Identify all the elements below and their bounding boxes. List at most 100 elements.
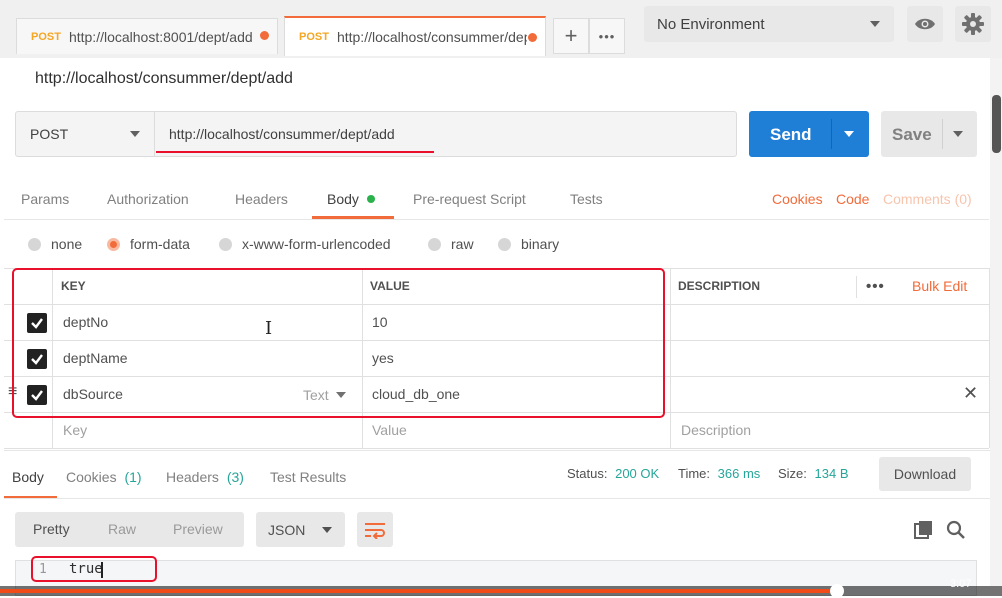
plus-icon: + (564, 23, 578, 48)
request-title: http://localhost/consummer/dept/add (35, 70, 293, 87)
more-icon: ••• (598, 28, 616, 44)
gear-icon (962, 13, 984, 35)
cookies-link[interactable]: Cookies (772, 191, 823, 207)
tab-authorization[interactable]: Authorization (107, 191, 189, 207)
chevron-down-icon (870, 21, 880, 27)
status-label: Status: (567, 466, 608, 481)
more-options-icon[interactable]: ••• (866, 278, 885, 295)
radio-circle (28, 237, 41, 251)
col-divider (670, 268, 671, 448)
annotation-highlight (31, 556, 157, 582)
chevron-down-icon[interactable] (953, 131, 963, 137)
view-pretty-button[interactable]: Pretty (33, 521, 70, 537)
response-tab-test-results[interactable]: Test Results (270, 469, 346, 485)
tab-options-button[interactable]: ••• (589, 18, 625, 54)
time-readout: Time: 366 ms (678, 466, 760, 481)
chevron-down-icon (322, 527, 332, 533)
divider (4, 450, 990, 451)
send-label: Send (770, 125, 812, 144)
row-divider (4, 448, 989, 449)
tab-headers[interactable]: Headers (235, 191, 288, 207)
tab-body-label: Body (327, 191, 359, 207)
comments-link[interactable]: Comments (0) (883, 191, 972, 207)
radio-label: x-www-form-urlencoded (242, 236, 391, 252)
tab-count: (3) (226, 469, 244, 485)
tab-params[interactable]: Params (21, 191, 69, 207)
video-time: 3:07 (950, 578, 972, 590)
tab-label: Cookies (66, 469, 117, 485)
view-raw-button[interactable]: Raw (108, 521, 136, 537)
new-tab-button[interactable]: + (553, 18, 589, 54)
radio-label: raw (451, 236, 474, 252)
bulk-edit-link[interactable]: Bulk Edit (912, 278, 967, 294)
delete-row-icon[interactable]: ✕ (963, 383, 978, 404)
chevron-down-icon[interactable] (844, 131, 854, 137)
status-readout: Status: 200 OK (567, 466, 659, 481)
tab-tests[interactable]: Tests (570, 191, 603, 207)
send-button[interactable]: Send (749, 111, 869, 157)
save-label: Save (892, 125, 932, 144)
unsaved-dot-icon (528, 33, 537, 42)
divider (831, 119, 832, 149)
key-input[interactable]: Key (63, 422, 87, 438)
method-tag: POST (299, 31, 329, 43)
tab-label: Headers (166, 469, 219, 485)
tab-url: http://localhost:8001/dept/add (68, 28, 253, 45)
radio-urlencoded[interactable]: x-www-form-urlencoded (219, 236, 391, 252)
code-link[interactable]: Code (836, 191, 869, 207)
search-icon[interactable] (946, 520, 966, 540)
radio-raw[interactable]: raw (428, 236, 474, 252)
status-value: 200 OK (615, 466, 660, 481)
size-value: 134 B (814, 466, 849, 481)
request-tab-2[interactable]: POST http://localhost/consummer/dept/add (284, 16, 546, 56)
view-mode-group: Pretty Raw Preview (15, 512, 244, 547)
format-label: JSON (268, 521, 306, 538)
radio-binary[interactable]: binary (498, 236, 559, 252)
active-dot-icon (366, 195, 375, 203)
request-tab-1[interactable]: POST http://localhost:8001/dept/add (16, 18, 278, 54)
divider (4, 219, 989, 220)
view-preview-button[interactable]: Preview (173, 521, 223, 537)
eye-icon (915, 18, 935, 30)
environment-quick-look-button[interactable] (907, 6, 943, 42)
download-button[interactable]: Download (879, 457, 971, 491)
radio-circle-selected (107, 237, 120, 251)
settings-button[interactable] (955, 6, 991, 42)
radio-circle (428, 237, 441, 251)
unsaved-dot-icon (260, 31, 269, 40)
divider (942, 119, 943, 149)
radio-circle (498, 237, 511, 251)
response-tab-body[interactable]: Body (12, 469, 44, 485)
value-input[interactable]: Value (372, 422, 407, 438)
tab-pre-request-script[interactable]: Pre-request Script (413, 191, 526, 207)
wrap-lines-icon (365, 522, 385, 539)
video-progress-bar[interactable]: 3:07 (0, 578, 1002, 598)
description-input[interactable]: Description (681, 422, 751, 438)
wrap-lines-button[interactable] (357, 512, 393, 547)
method-select[interactable]: POST (16, 112, 155, 156)
tab-body[interactable]: Body (327, 191, 375, 207)
url-input[interactable]: http://localhost/consummer/dept/add (169, 126, 395, 142)
method-tag: POST (31, 30, 61, 43)
response-tab-cookies[interactable]: Cookies (1) (66, 469, 142, 485)
radio-form-data[interactable]: form-data (107, 236, 190, 252)
environment-select[interactable]: No Environment (644, 6, 894, 42)
divider (4, 498, 990, 499)
scrollbar-thumb[interactable] (992, 95, 1001, 153)
time-value: 366 ms (717, 466, 761, 481)
copy-icon[interactable] (914, 520, 934, 540)
tab-count: (1) (124, 469, 142, 485)
annotation-underline (156, 151, 434, 153)
method-label: POST (30, 126, 69, 142)
size-readout: Size: 134 B (778, 466, 849, 481)
save-button[interactable]: Save (881, 111, 977, 157)
video-progress-fill (0, 589, 837, 593)
radio-label: none (51, 236, 83, 252)
annotation-highlight (12, 268, 665, 418)
chevron-down-icon (130, 131, 140, 137)
environment-label: No Environment (657, 15, 765, 33)
response-tab-headers[interactable]: Headers (3) (166, 469, 244, 485)
tab-url: http://localhost/consummer/dept/add (336, 29, 527, 45)
format-select[interactable]: JSON (256, 512, 345, 547)
radio-none[interactable]: none (28, 236, 82, 252)
